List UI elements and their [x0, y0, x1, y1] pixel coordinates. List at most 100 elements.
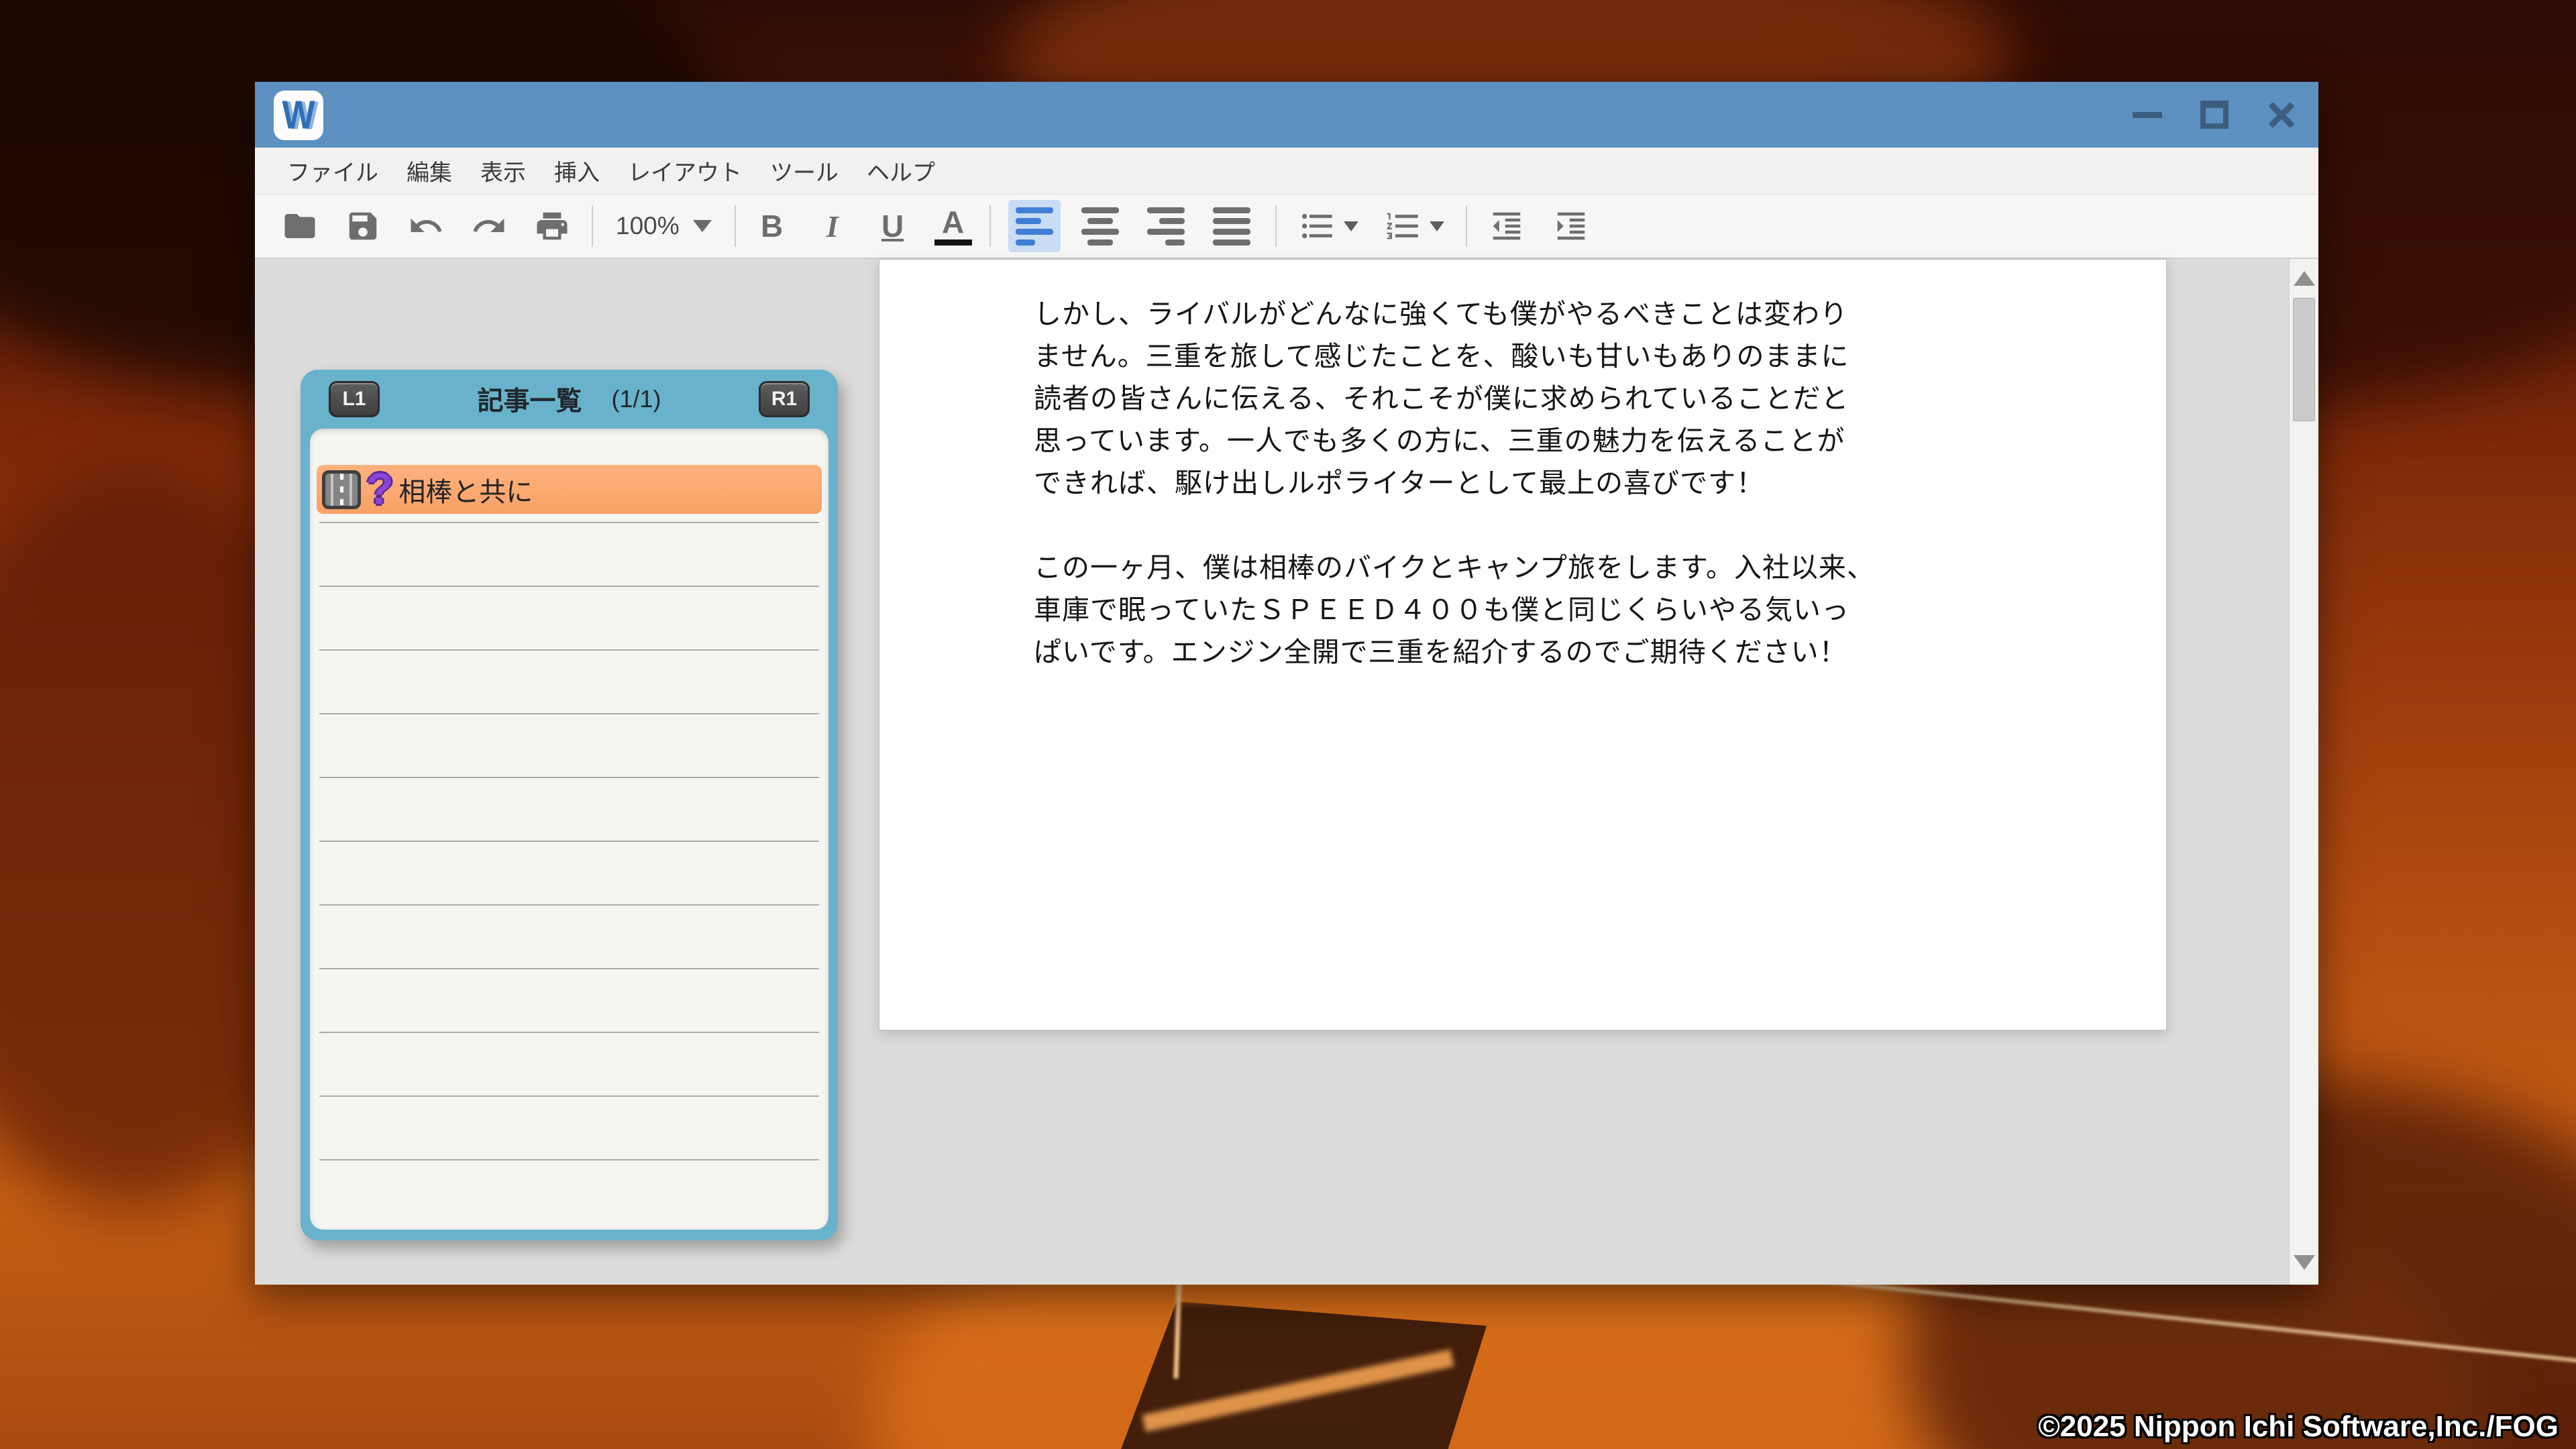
open-button[interactable]: [278, 204, 322, 248]
bullet-list-button[interactable]: [1294, 207, 1362, 246]
scroll-down-button[interactable]: [2290, 1243, 2319, 1282]
outdent-icon: [1489, 208, 1525, 244]
doc-line: ません。三重を旅して感じたことを、酸いも甘いもありのままに: [1034, 335, 2065, 378]
list-row-empty: [319, 906, 819, 969]
align-right-button[interactable]: [1140, 200, 1192, 252]
vertical-scrollbar[interactable]: [2289, 259, 2318, 1285]
title-bar[interactable]: W W: [255, 82, 2318, 148]
toolbar: 100% B I U A: [255, 195, 2318, 259]
doc-line: 思っています。一人でも多くの方に、三重の魅力を伝えることが: [1034, 420, 2065, 462]
list-row-empty: [319, 587, 819, 651]
save-icon: [345, 208, 381, 244]
window-controls: [2131, 82, 2298, 148]
undo-icon: [408, 208, 444, 244]
close-icon: [2269, 102, 2295, 128]
redo-icon: [471, 208, 507, 244]
list-row-empty: [319, 651, 819, 714]
selected-item-highlight: ? 相棒と共に: [317, 465, 822, 514]
align-center-button[interactable]: [1074, 200, 1126, 252]
numbered-list-button[interactable]: [1380, 207, 1448, 246]
toolbar-separator: [1466, 205, 1467, 247]
menu-insert[interactable]: 挿入: [554, 154, 600, 187]
print-button[interactable]: [530, 204, 574, 248]
list-row-empty: [319, 842, 819, 906]
panel-header: L1 記事一覧 (1/1) R1: [301, 370, 838, 429]
indent-icon: [1553, 208, 1589, 244]
bullet-list-icon: [1298, 207, 1337, 246]
list-row-empty: [319, 1033, 819, 1097]
menu-help[interactable]: ヘルプ: [867, 154, 935, 187]
list-row-empty: [319, 969, 819, 1033]
toolbar-separator: [735, 205, 736, 247]
menu-tools[interactable]: ツール: [770, 154, 839, 187]
triangle-down-icon: [2294, 1255, 2315, 1270]
underline-button[interactable]: U: [874, 204, 912, 248]
list-row-empty: [319, 1161, 819, 1224]
toolbar-separator: [1275, 205, 1277, 247]
align-center-icon: [1081, 207, 1119, 246]
justify-icon: [1213, 207, 1250, 246]
r1-bumper-button[interactable]: R1: [759, 381, 810, 417]
triangle-up-icon: [2294, 271, 2315, 286]
chevron-down-icon[interactable]: [693, 220, 712, 232]
outdent-button[interactable]: [1485, 204, 1529, 248]
document-text: しかし、ライバルがどんなに強くても僕がやるべきことは変わり ません。三重を旅して…: [1034, 293, 2065, 674]
doc-line: 読者の皆さんに伝える、それこそが僕に求められていることだと: [1034, 378, 2065, 420]
list-row-empty: [319, 778, 819, 842]
list-row-empty: [319, 523, 819, 587]
print-icon: [534, 208, 570, 244]
list-item-selected[interactable]: ? 相棒と共に: [319, 460, 819, 523]
align-left-button[interactable]: [1008, 200, 1061, 252]
italic-button[interactable]: I: [814, 204, 851, 248]
doc-line: できれば、駆け出しルポライターとして最上の喜びです！: [1034, 462, 2065, 504]
menu-view[interactable]: 表示: [480, 154, 526, 187]
app-icon: W W: [274, 91, 323, 140]
chevron-down-icon[interactable]: [1344, 221, 1358, 231]
save-button[interactable]: [341, 204, 385, 248]
question-icon: ?: [366, 466, 393, 511]
doc-line: この一ヶ月、僕は相棒のバイクとキャンプ旅をします。入社以来、: [1034, 547, 2065, 589]
chevron-down-icon[interactable]: [1430, 221, 1444, 231]
menu-file[interactable]: ファイル: [287, 154, 378, 187]
game-background: W W ファイル 編集 表示 挿入 レイアウト ツール ヘルプ: [0, 0, 2576, 1449]
copyright-text: ©2025 Nippon Ichi Software,Inc./FOG: [2038, 1410, 2559, 1444]
bold-button[interactable]: B: [753, 204, 791, 248]
list-item-label: 相棒と共に: [398, 470, 533, 509]
align-left-icon: [1016, 207, 1053, 246]
scrollbar-thumb[interactable]: [2293, 298, 2315, 421]
font-color-button[interactable]: A: [934, 207, 972, 246]
maximize-button[interactable]: [2198, 98, 2231, 131]
redo-button[interactable]: [467, 204, 511, 248]
doc-line: しかし、ライバルがどんなに強くても僕がやるべきことは変わり: [1034, 293, 2065, 335]
indent-button[interactable]: [1549, 204, 1593, 248]
numbered-list-icon: [1384, 207, 1423, 246]
folder-open-icon: [282, 208, 318, 244]
close-button[interactable]: [2265, 98, 2298, 131]
article-list-panel: L1 記事一覧 (1/1) R1 ? 相棒と共に: [301, 370, 838, 1240]
paragraph: この一ヶ月、僕は相棒のバイクとキャンプ旅をします。入社以来、 車庫で眠っていたＳ…: [1034, 547, 2065, 674]
l1-bumper-button[interactable]: L1: [329, 381, 380, 417]
toolbar-separator: [592, 205, 593, 247]
align-right-icon: [1147, 207, 1185, 246]
panel-title: 記事一覧: [477, 380, 582, 418]
paragraph: しかし、ライバルがどんなに強くても僕がやるべきことは変わり ません。三重を旅して…: [1034, 293, 2065, 504]
app-icon-letter: W: [282, 93, 315, 139]
menu-bar: ファイル 編集 表示 挿入 レイアウト ツール ヘルプ: [255, 148, 2318, 195]
list-row-empty: [319, 1097, 819, 1161]
maximize-icon: [2200, 101, 2229, 129]
menu-layout[interactable]: レイアウト: [628, 154, 742, 187]
list-row-empty: [319, 714, 819, 778]
article-list: ? 相棒と共に: [310, 429, 828, 1230]
menu-edit[interactable]: 編集: [407, 154, 452, 187]
zoom-control[interactable]: 100%: [610, 212, 717, 240]
document-page[interactable]: しかし、ライバルがどんなに強くても僕がやるべきことは変わり ません。三重を旅して…: [879, 259, 2167, 1030]
doc-line: ぱいです。エンジン全開で三重を紹介するのでご期待ください！: [1034, 631, 2065, 674]
justify-button[interactable]: [1205, 200, 1258, 252]
minimize-button[interactable]: [2131, 98, 2164, 131]
zoom-value: 100%: [616, 212, 680, 240]
minimize-icon: [2133, 112, 2162, 118]
doc-line: 車庫で眠っていたＳＰＥＥＤ４００も僕と同じくらいやる気いっ: [1034, 589, 2065, 631]
scroll-up-button[interactable]: [2290, 259, 2319, 298]
undo-button[interactable]: [404, 204, 448, 248]
page-indicator: (1/1): [611, 385, 661, 413]
